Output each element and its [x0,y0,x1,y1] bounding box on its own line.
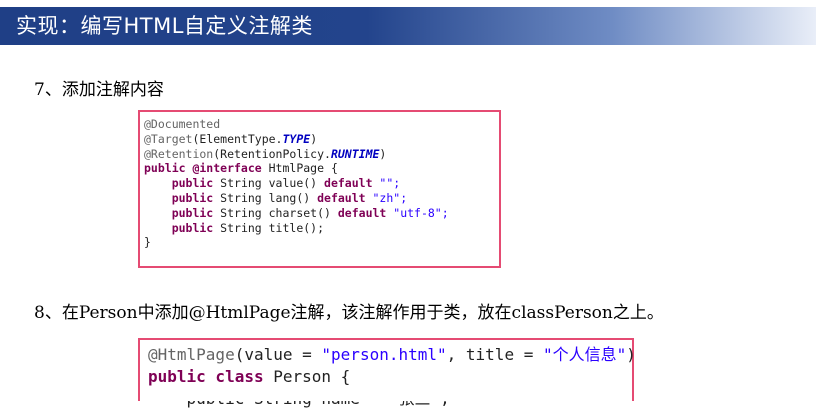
code-token: @Retention [144,146,214,161]
code-token: , title = [446,345,543,364]
code-token: public [144,220,214,235]
code-token: @Target [144,131,193,146]
code-token: @Documented [144,117,221,131]
code-token: ) [379,146,387,161]
code-token: String lang() [213,190,318,205]
code-line: public class Person { [148,366,632,388]
code-token: "zh"; [365,190,408,205]
code-token: String title(); [213,220,325,235]
code-token: "utf-8"; [386,205,449,220]
code-token: default [317,190,366,205]
slide-title: 实现：编写HTML自定义注解类 [16,14,313,38]
code-line: public String value() default ""; [144,176,499,191]
code-token: ""; [372,176,401,191]
code-token: public class [148,367,264,386]
code-token: HtmlPage { [261,161,338,176]
code-token: TYPE [282,131,311,146]
code-line: public String lang() default "zh"; [144,191,499,206]
code-token: String charset() [213,205,338,220]
code-token: (value = [234,345,322,364]
code-token: public @interface [144,161,262,176]
code-line: @Retention(RetentionPolicy.RUNTIME) [144,147,499,162]
code-token: "个人信息" [542,345,627,364]
code-token: RUNTIME [330,146,380,161]
step-7-text: 7、添加注解内容 [34,80,164,100]
code-line: public @interface HtmlPage { [144,161,499,176]
code-token: ) [310,131,318,146]
code-token: (ElementType. [192,131,283,146]
code-token: Person { [263,367,351,386]
step-8-text: 8、在Person中添加@HtmlPage注解，该注解作用于类，放在classP… [34,303,664,323]
code-token: String value() [213,176,325,191]
code-token: "person.html" [321,345,447,364]
title-bar: 实现：编写HTML自定义注解类 [0,7,816,45]
code-token: ) [626,345,636,364]
code-line: public String title(); [144,221,499,236]
code-token: default [337,205,387,220]
code-line: public String charset() default "utf-8"; [144,206,499,221]
code-line: @Target(ElementType.TYPE) [144,132,499,147]
code-token: default [324,176,373,191]
crop-mask [140,387,632,401]
code-line: @Documented [144,117,499,132]
code-token: } [144,235,151,250]
code-token: public [144,176,214,191]
code-line: } [144,235,499,250]
code-token: public [144,205,214,220]
code-line: @HtmlPage(value = "person.html", title =… [148,344,636,366]
person-code-block: @HtmlPage(value = "person.html", title =… [138,338,636,408]
annotation-code-block: @Documented @Target(ElementType.TYPE) @R… [138,110,501,268]
code-token: public [144,190,214,205]
code-token: (RetentionPolicy. [213,146,331,161]
code-token: @HtmlPage [148,345,235,364]
